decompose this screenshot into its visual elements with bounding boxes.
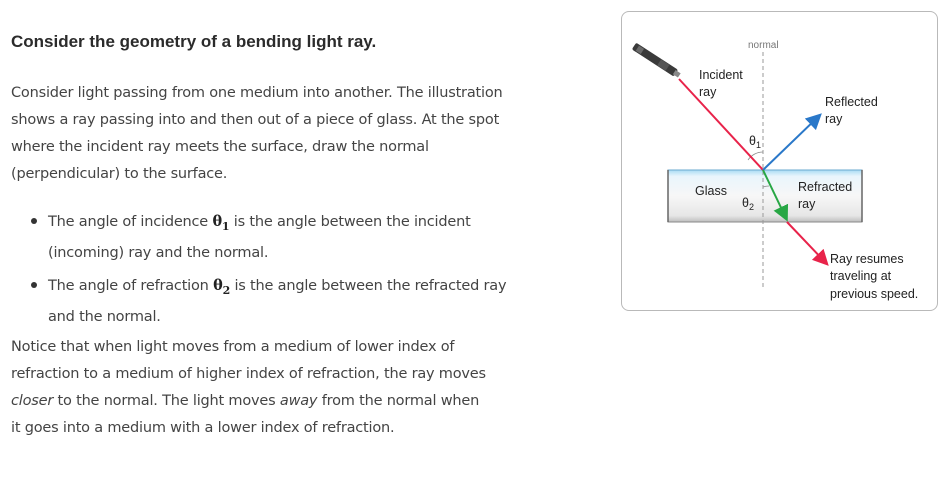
heading: Consider the geometry of a bending light… xyxy=(11,32,377,51)
bullet-text: The angle of refraction xyxy=(48,277,214,294)
refracted-label-line2: ray xyxy=(798,197,816,211)
normal-label: normal xyxy=(748,40,779,51)
bullet-incidence: The angle of incidence θ1 is the angle b… xyxy=(31,208,511,267)
glass-label: Glass xyxy=(695,184,727,198)
incident-ray xyxy=(678,78,764,171)
resume-label-line1: Ray resumes xyxy=(830,252,904,266)
refracted-label-line1: Refracted xyxy=(798,180,852,194)
theta-1-symbol: θ1 xyxy=(212,213,230,233)
reflected-label-line1: Reflected xyxy=(825,95,878,109)
reflected-ray xyxy=(762,113,822,171)
incident-label-line2: ray xyxy=(699,85,717,99)
intro-paragraph: Consider light passing from one medium i… xyxy=(11,85,503,182)
emphasis-closer: closer xyxy=(11,393,54,409)
incident-label-line1: Incident xyxy=(699,68,743,82)
bullet-text: The angle of incidence xyxy=(48,214,213,230)
refraction-diagram: normal Incident ray Reflected ray Refrac… xyxy=(621,11,938,311)
bullet-refraction: The angle of refraction θ2 is the angle … xyxy=(31,272,511,331)
laser-pointer-icon xyxy=(632,43,681,78)
resume-label-line3: previous speed. xyxy=(830,287,918,301)
theta-2-symbol: θ2 xyxy=(213,276,231,297)
definition-list: The angle of incidence θ1 is the angle b… xyxy=(31,208,511,336)
notice-paragraph: Notice that when light moves from a medi… xyxy=(11,339,486,436)
emphasis-away: away xyxy=(279,393,318,409)
diagram-svg: normal Incident ray Reflected ray Refrac… xyxy=(632,40,918,301)
resume-label-line2: traveling at xyxy=(830,269,892,283)
exit-ray xyxy=(786,221,829,266)
theta-1-label: θ1 xyxy=(749,134,761,150)
reflected-label-line2: ray xyxy=(825,112,843,126)
